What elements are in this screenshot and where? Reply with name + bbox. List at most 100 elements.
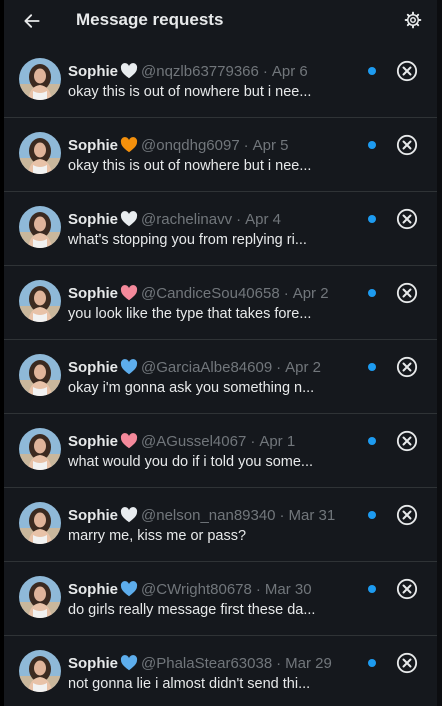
message-preview: marry me, kiss me or pass? <box>68 528 247 544</box>
dismiss-button[interactable] <box>395 651 419 675</box>
dismiss-button[interactable] <box>395 207 419 231</box>
avatar <box>19 650 61 692</box>
sender-handle[interactable]: @CWright80678 <box>141 581 252 598</box>
avatar <box>19 280 61 322</box>
heart-icon <box>120 285 138 301</box>
close-circle-icon <box>396 282 418 304</box>
request-header: Sophie @GarciaAlbe84609 · Apr 2 <box>68 357 321 377</box>
separator-dot: · <box>255 580 261 598</box>
sender-handle[interactable]: @onqdhg6097 <box>141 137 240 154</box>
sender-name: Sophie <box>68 210 119 228</box>
request-row[interactable]: Sophie @rachelinavv · Apr 4 what's stopp… <box>4 192 437 266</box>
dismiss-button[interactable] <box>395 429 419 453</box>
arrow-left-icon <box>24 14 40 28</box>
dismiss-button[interactable] <box>395 59 419 83</box>
heart-icon <box>120 63 138 79</box>
heart-icon <box>120 655 138 671</box>
sender-name: Sophie <box>68 580 119 598</box>
sender-handle[interactable]: @CandiceSou40658 <box>141 285 280 302</box>
unread-dot-icon <box>368 141 376 149</box>
unread-dot-icon <box>368 67 376 75</box>
unread-dot-icon <box>368 289 376 297</box>
dismiss-button[interactable] <box>395 577 419 601</box>
close-circle-icon <box>396 430 418 452</box>
avatar <box>19 354 61 396</box>
separator-dot: · <box>276 358 282 376</box>
sender-handle[interactable]: @GarciaAlbe84609 <box>141 359 272 376</box>
gear-icon <box>404 11 422 29</box>
request-row[interactable]: Sophie @nelson_nan89340 · Mar 31 marry m… <box>4 488 437 562</box>
close-circle-icon <box>396 134 418 156</box>
avatar <box>19 132 61 174</box>
unread-dot-icon <box>368 215 376 223</box>
sender-name: Sophie <box>68 506 119 524</box>
message-preview: what would you do if i told you some... <box>68 454 314 470</box>
request-date: Mar 29 <box>285 654 332 672</box>
heart-icon <box>120 359 138 375</box>
scrollbar[interactable] <box>437 0 442 706</box>
request-date: Apr 1 <box>259 432 296 450</box>
separator-dot: · <box>243 136 249 154</box>
request-date: Apr 5 <box>252 136 289 154</box>
dismiss-button[interactable] <box>395 133 419 157</box>
dismiss-button[interactable] <box>395 281 419 305</box>
separator-dot: · <box>262 62 268 80</box>
sender-name: Sophie <box>68 284 119 302</box>
unread-dot-icon <box>368 437 376 445</box>
request-row[interactable]: Sophie @nqzlb63779366 · Apr 6 okay this … <box>4 44 437 118</box>
separator-dot: · <box>236 210 242 228</box>
request-date: Mar 31 <box>288 506 336 524</box>
request-row[interactable]: Sophie @onqdhg6097 · Apr 5 okay this is … <box>4 118 437 192</box>
avatar <box>19 576 61 618</box>
avatar <box>19 428 61 470</box>
message-preview: not gonna lie i almost didn't send thi..… <box>68 676 311 692</box>
request-header: Sophie @nqzlb63779366 · Apr 6 <box>68 61 308 81</box>
request-row[interactable]: Sophie @CWright80678 · Mar 30 do girls r… <box>4 562 437 636</box>
sender-name: Sophie <box>68 432 119 450</box>
requests-list: Sophie @nqzlb63779366 · Apr 6 okay this … <box>4 44 437 706</box>
sender-handle[interactable]: @rachelinavv <box>141 211 232 228</box>
request-row[interactable]: Sophie @AGussel4067 · Apr 1 what would y… <box>4 414 437 488</box>
close-circle-icon <box>396 356 418 378</box>
sender-name: Sophie <box>68 654 119 672</box>
sender-handle[interactable]: @AGussel4067 <box>141 433 246 450</box>
avatar <box>19 206 61 248</box>
request-header: Sophie @CWright80678 · Mar 30 <box>68 579 312 599</box>
unread-dot-icon <box>368 585 376 593</box>
close-circle-icon <box>396 208 418 230</box>
request-row[interactable]: Sophie @PhalaStear63038 · Mar 29 not gon… <box>4 636 437 706</box>
avatar <box>19 58 61 100</box>
heart-icon <box>120 211 138 227</box>
sender-handle[interactable]: @nelson_nan89340 <box>141 507 276 524</box>
unread-dot-icon <box>368 511 376 519</box>
request-header: Sophie @rachelinavv · Apr 4 <box>68 209 281 229</box>
sender-handle[interactable]: @nqzlb63779366 <box>141 63 259 80</box>
message-preview: you look like the type that takes fore..… <box>68 306 312 322</box>
dismiss-button[interactable] <box>395 503 419 527</box>
request-row[interactable]: Sophie @CandiceSou40658 · Apr 2 you look… <box>4 266 437 340</box>
message-requests-panel: Message requests Sophie @nqzlb63779366 ·… <box>4 0 437 706</box>
avatar <box>19 502 61 544</box>
close-circle-icon <box>396 578 418 600</box>
request-date: Apr 4 <box>245 210 281 228</box>
heart-icon <box>120 137 138 153</box>
request-row[interactable]: Sophie @GarciaAlbe84609 · Apr 2 okay i'm… <box>4 340 437 414</box>
close-circle-icon <box>396 60 418 82</box>
request-header: Sophie @PhalaStear63038 · Mar 29 <box>68 653 332 673</box>
message-preview: okay this is out of nowhere but i nee... <box>68 158 312 174</box>
separator-dot: · <box>250 432 256 450</box>
unread-dot-icon <box>368 659 376 667</box>
back-button[interactable] <box>20 9 44 33</box>
separator-dot: · <box>276 654 282 672</box>
request-date: Mar 30 <box>264 580 312 598</box>
settings-button[interactable] <box>402 9 424 31</box>
separator-dot: · <box>283 284 289 302</box>
sender-handle[interactable]: @PhalaStear63038 <box>141 655 272 672</box>
separator-dot: · <box>279 506 285 524</box>
dismiss-button[interactable] <box>395 355 419 379</box>
request-date: Apr 2 <box>285 358 322 376</box>
heart-icon <box>120 581 138 597</box>
message-preview: okay this is out of nowhere but i nee... <box>68 84 312 100</box>
request-header: Sophie @nelson_nan89340 · Mar 31 <box>68 505 335 525</box>
heart-icon <box>120 507 138 523</box>
